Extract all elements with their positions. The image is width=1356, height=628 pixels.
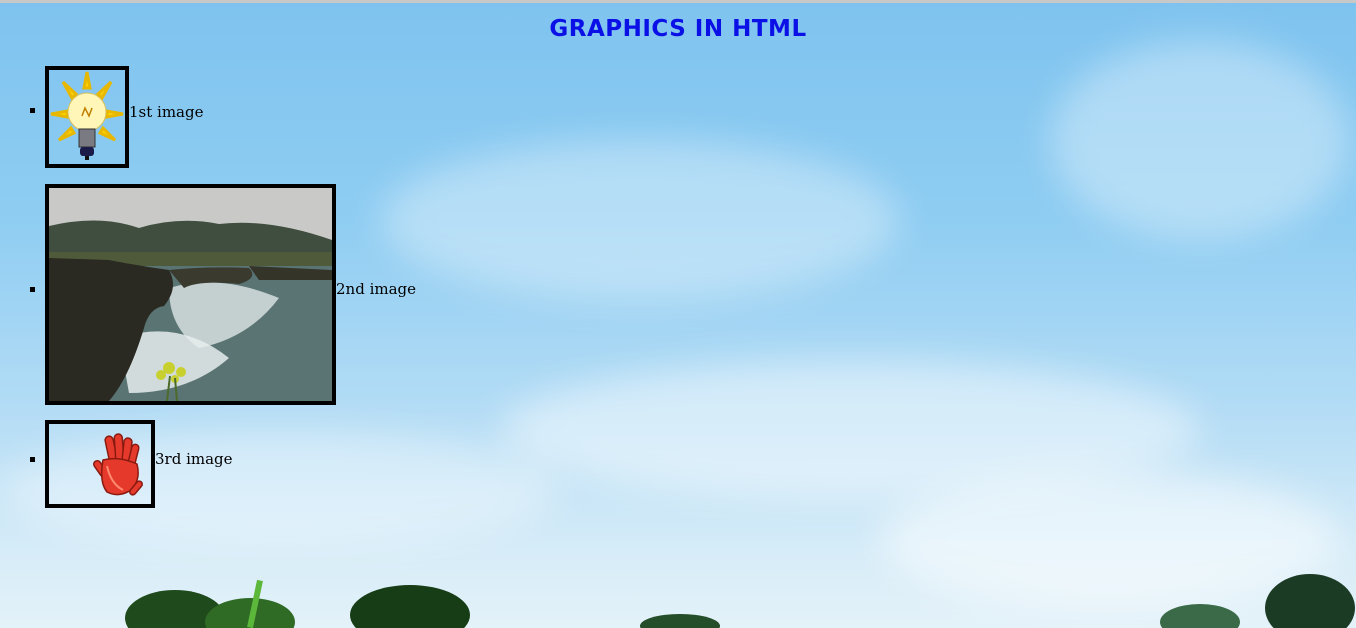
red-hand-icon xyxy=(93,433,143,496)
background-cloud xyxy=(380,140,900,300)
page-title: GRAPHICS IN HTML xyxy=(549,16,807,42)
image-caption: 1st image xyxy=(129,103,204,121)
image-caption: 3rd image xyxy=(155,450,233,468)
sea-cliff-photo xyxy=(49,188,332,401)
list-bullet xyxy=(30,457,35,462)
lightbulb-icon xyxy=(50,71,124,160)
browser-top-edge xyxy=(0,0,1356,3)
background-treeline xyxy=(125,574,1355,628)
image-frame xyxy=(45,66,129,168)
list-bullet xyxy=(30,287,35,292)
image-frame xyxy=(45,420,155,508)
image-caption: 2nd image xyxy=(336,280,417,298)
list-bullet xyxy=(30,108,35,113)
background-cloud xyxy=(1050,40,1350,240)
image-frame xyxy=(45,184,336,405)
